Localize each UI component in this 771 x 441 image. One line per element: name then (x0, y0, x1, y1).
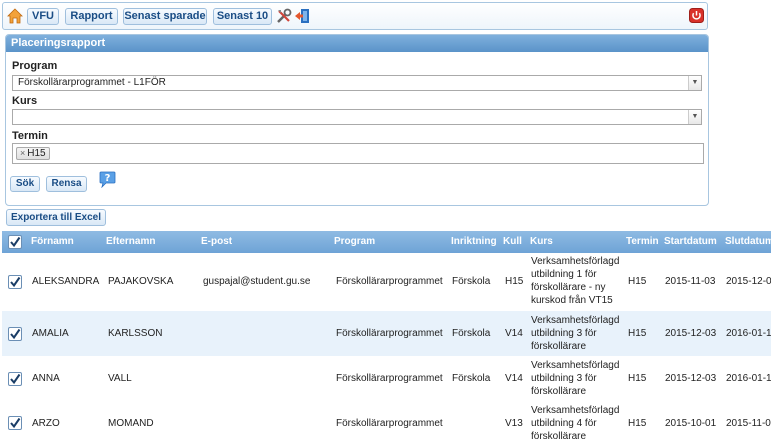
cell-fornamn: ALEKSANDRA (32, 276, 100, 287)
column-header-fornamn[interactable]: Förnamn (31, 231, 74, 253)
help-icon[interactable]: ? (99, 171, 116, 188)
program-select[interactable]: Förskollärarprogrammet - L1FÖR ▼ (12, 75, 702, 91)
senast-sparade-button[interactable]: Senast sparade (123, 8, 207, 25)
column-header-program[interactable]: Program (334, 231, 375, 253)
checkmark-icon (10, 328, 21, 340)
cell-program: Förskollärarprogrammet (336, 373, 443, 384)
placeringsrapport-panel: Placeringsrapport Program Förskollärarpr… (5, 34, 709, 206)
cell-program: Förskollärarprogrammet (336, 328, 443, 339)
cell-efternamn: MOMAND (108, 418, 154, 429)
row-checkbox[interactable] (8, 327, 22, 341)
row-checkbox[interactable] (8, 372, 22, 386)
cell-epost: guspajal@student.gu.se (203, 276, 311, 287)
column-header-inriktning[interactable]: Inriktning (451, 231, 497, 253)
checkmark-icon (10, 236, 21, 248)
kurs-select[interactable]: ▼ (12, 109, 702, 125)
cell-startdatum: 2015-10-01 (665, 418, 717, 429)
checkmark-icon (10, 373, 21, 385)
remove-tag-icon[interactable]: × (20, 148, 25, 158)
cell-slutdatum: 2015-11-0 (726, 418, 771, 429)
cell-efternamn: VALL (108, 373, 132, 384)
cell-fornamn: ANNA (32, 373, 60, 384)
cell-termin: H15 (628, 276, 647, 287)
search-button[interactable]: Sök (10, 176, 40, 192)
row-checkbox[interactable] (8, 275, 22, 289)
cell-efternamn: PAJAKOVSKA (108, 276, 174, 287)
table-row[interactable]: ARZO MOMAND Förskollärarprogrammet V13 V… (2, 401, 771, 441)
clear-button[interactable]: Rensa (46, 176, 87, 192)
column-header-efternamn[interactable]: Efternamn (106, 231, 155, 253)
termin-multiselect[interactable]: × H15 (12, 143, 704, 164)
program-label: Program (12, 60, 58, 72)
checkmark-icon (10, 417, 21, 429)
column-header-kurs[interactable]: Kurs (530, 231, 553, 253)
table-row[interactable]: AMALIA KARLSSON Förskollärarprogrammet F… (2, 311, 771, 356)
cell-startdatum: 2015-12-03 (665, 373, 717, 384)
checkmark-icon (10, 276, 21, 288)
kurs-label: Kurs (12, 95, 38, 107)
rapport-button[interactable]: Rapport (65, 8, 118, 25)
cell-kull: V13 (505, 418, 523, 429)
top-toolbar: VFU Rapport Senast sparade Senast 10 (2, 2, 708, 30)
home-icon[interactable] (7, 8, 23, 24)
cell-inriktning: Förskola (452, 276, 491, 287)
cell-kull: H15 (505, 276, 524, 287)
table-row[interactable]: ANNA VALL Förskollärarprogrammet Förskol… (2, 356, 771, 401)
senast-10-button[interactable]: Senast 10 (213, 8, 272, 25)
cell-termin: H15 (628, 418, 647, 429)
cell-kurs: Verksamhetsförlagd utbildning 3 för förs… (531, 315, 620, 352)
table-row[interactable]: ALEKSANDRA PAJAKOVSKA guspajal@student.g… (2, 253, 771, 311)
termin-label: Termin (12, 130, 48, 142)
termin-tag[interactable]: × H15 (16, 147, 50, 160)
cell-program: Förskollärarprogrammet (336, 276, 443, 287)
cell-startdatum: 2015-11-03 (665, 276, 716, 287)
cell-efternamn: KARLSSON (108, 328, 163, 339)
termin-tag-label: H15 (27, 148, 46, 159)
cell-fornamn: AMALIA (32, 328, 69, 339)
table-header: Förnamn Efternamn E-post Program Inriktn… (2, 231, 771, 253)
cell-program: Förskollärarprogrammet (336, 418, 443, 429)
cell-inriktning: Förskola (452, 328, 491, 339)
cell-slutdatum: 2015-12-0 (726, 276, 771, 287)
logout-icon[interactable] (294, 8, 310, 24)
row-checkbox[interactable] (8, 416, 22, 430)
export-excel-button[interactable]: Exportera till Excel (6, 209, 106, 226)
column-header-startdatum[interactable]: Startdatum (664, 231, 717, 253)
vfu-button[interactable]: VFU (27, 8, 59, 25)
cell-slutdatum: 2016-01-1 (726, 328, 771, 339)
cell-kurs: Verksamhetsförlagd utbildning 3 för förs… (531, 360, 620, 397)
cell-kull: V14 (505, 328, 523, 339)
column-header-kull[interactable]: Kull (503, 231, 522, 253)
cell-startdatum: 2015-12-03 (665, 328, 717, 339)
cell-kurs: Verksamhetsförlagd utbildning 4 för förs… (531, 405, 620, 441)
cell-termin: H15 (628, 328, 647, 339)
results-table: Förnamn Efternamn E-post Program Inriktn… (2, 231, 771, 441)
chevron-down-icon[interactable]: ▼ (688, 110, 701, 124)
tools-icon[interactable] (276, 8, 292, 24)
cell-termin: H15 (628, 373, 647, 384)
column-header-slutdatum[interactable]: Slutdatum (725, 231, 771, 253)
cell-kurs: Verksamhetsförlagd utbildning 1 för förs… (531, 256, 620, 306)
column-header-epost[interactable]: E-post (201, 231, 232, 253)
cell-inriktning: Förskola (452, 373, 491, 384)
column-header-termin[interactable]: Termin (626, 231, 659, 253)
power-icon[interactable] (689, 8, 704, 23)
cell-fornamn: ARZO (32, 418, 60, 429)
program-select-value: Förskollärarprogrammet - L1FÖR (18, 77, 166, 88)
chevron-down-icon[interactable]: ▼ (688, 76, 701, 90)
select-all-checkbox[interactable] (8, 235, 22, 249)
cell-kull: V14 (505, 373, 523, 384)
cell-slutdatum: 2016-01-1 (726, 373, 771, 384)
svg-text:?: ? (105, 173, 111, 184)
panel-title: Placeringsrapport (6, 35, 708, 52)
